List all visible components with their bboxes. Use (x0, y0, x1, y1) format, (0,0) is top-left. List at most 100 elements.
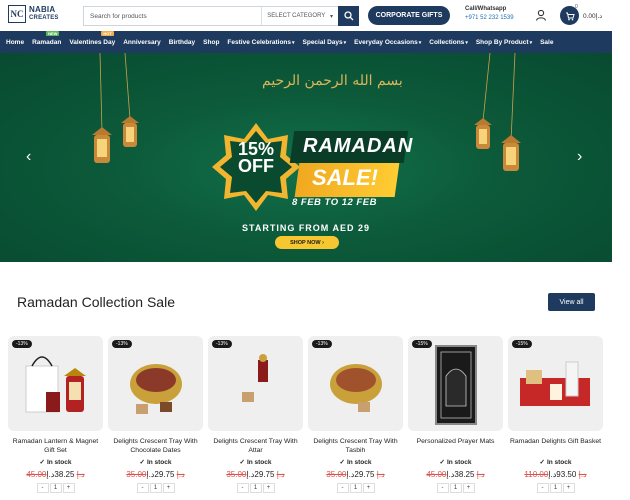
quantity-stepper: -1 + (308, 483, 403, 493)
chevron-down-icon: ▾ (418, 39, 422, 46)
call-label: Call/Whatsapp (465, 6, 507, 12)
product-image[interactable]: -15% (508, 336, 603, 431)
qty-input[interactable]: 1 (49, 483, 62, 493)
product-name[interactable]: Delights Crescent Tray With Chocolate Da… (108, 437, 203, 455)
qty-plus-button[interactable]: + (462, 483, 475, 493)
qty-minus-button[interactable]: - (536, 483, 549, 493)
main-nav: Home NEW Ramadan HOT Valentines Day Anni… (0, 30, 612, 53)
check-icon: ✓ (139, 459, 145, 466)
cart-total[interactable]: 0.00د.إ (583, 12, 602, 20)
qty-plus-button[interactable]: + (162, 483, 175, 493)
corporate-gifts-button[interactable]: CORPORATE GIFTS (368, 6, 450, 25)
qty-minus-button[interactable]: - (136, 483, 149, 493)
sale-price: 29.75د.إ (246, 470, 275, 479)
nav-item-special-days[interactable]: Special Days▾ (303, 39, 347, 46)
discount-badge: -13% (312, 340, 332, 348)
stock-label: In stock (146, 459, 172, 466)
product-card[interactable]: -15% Ramadan Delights Gift Basket ✓ In st… (508, 336, 603, 493)
product-card[interactable]: -13% Delights Crescent Tray With Tasbih … (308, 336, 403, 493)
nav-item-anniversary[interactable]: Anniversary (123, 39, 161, 46)
product-image[interactable]: -13% (108, 336, 203, 431)
product-name[interactable]: Ramadan Lantern & Magnet Gift Set (8, 437, 103, 455)
cart-icon (565, 12, 575, 20)
qty-input[interactable]: 1 (449, 483, 462, 493)
product-name[interactable]: Delights Crescent Tray With Attar (208, 437, 303, 455)
nav-item-ramadan[interactable]: NEW Ramadan (32, 30, 61, 46)
product-image[interactable]: -15% (408, 336, 503, 431)
nav-item-shop[interactable]: Shop (203, 39, 219, 46)
nav-item-shop-by-product[interactable]: Shop By Product▾ (476, 39, 532, 46)
nav-item-collections[interactable]: Collections▾ (429, 39, 468, 46)
product-image[interactable]: -13% (208, 336, 303, 431)
sale-price: 38.25د.إ (446, 470, 475, 479)
product-card[interactable]: -13% Delights Crescent Tray With Chocola… (108, 336, 203, 493)
qty-minus-button[interactable]: - (436, 483, 449, 493)
qty-input[interactable]: 1 (549, 483, 562, 493)
search-button[interactable] (338, 6, 359, 26)
discount-badge: -13% (212, 340, 232, 348)
nav-item-label: Collections (429, 38, 465, 46)
site-header: NC NABIA CREATES SELECT CATEGORY ▾ CORPO… (0, 0, 630, 31)
nav-item-everyday[interactable]: Everyday Occasions▾ (354, 39, 421, 46)
user-icon[interactable] (535, 9, 547, 21)
hero-banner[interactable]: بسم الله الرحمن الرحيم ‹ › 15% OFF RAMAD… (0, 53, 612, 262)
product-card[interactable]: -15% Personalized Prayer Mats ✓ In stock … (408, 336, 503, 493)
product-name[interactable]: Personalized Prayer Mats (408, 437, 503, 455)
product-card[interactable]: -13% Delights Crescent Tray With Attar ✓… (208, 336, 303, 493)
discount-badge: -13% (112, 340, 132, 348)
qty-plus-button[interactable]: + (362, 483, 375, 493)
qty-minus-button[interactable]: - (236, 483, 249, 493)
product-price: 45.00د.إ 38.25د.إ (8, 470, 103, 479)
qty-input[interactable]: 1 (149, 483, 162, 493)
search-bar: SELECT CATEGORY ▾ (83, 6, 338, 26)
product-image[interactable]: -13% (308, 336, 403, 431)
shop-now-button[interactable]: SHOP NOW › (275, 236, 339, 249)
qty-plus-button[interactable]: + (262, 483, 275, 493)
nav-item-label: Festive Celebrations (227, 38, 291, 46)
logo-line2: CREATES (29, 15, 59, 21)
nav-item-valentines[interactable]: HOT Valentines Day (69, 30, 116, 46)
nav-item-label: Anniversary (123, 38, 161, 46)
sale-price: 93.50د.إ (548, 470, 577, 479)
discount-badge: -15% (412, 340, 432, 348)
discount-off: OFF (238, 156, 274, 176)
nav-item-label: Valentines Day (69, 38, 116, 46)
nav-item-birthday[interactable]: Birthday (169, 39, 195, 46)
nav-item-festive[interactable]: Festive Celebrations▾ (227, 39, 294, 46)
nav-item-home[interactable]: Home (6, 39, 24, 46)
product-name[interactable]: Ramadan Delights Gift Basket (508, 437, 603, 455)
product-name[interactable]: Delights Crescent Tray With Tasbih (308, 437, 403, 455)
category-select-label: SELECT CATEGORY (267, 13, 326, 19)
qty-minus-button[interactable]: - (36, 483, 49, 493)
quantity-stepper: -1 + (208, 483, 303, 493)
search-input[interactable] (84, 7, 262, 25)
stock-label: In stock (346, 459, 372, 466)
view-all-button[interactable]: View all (548, 293, 595, 311)
stock-label: In stock (446, 459, 472, 466)
nav-item-sale[interactable]: Sale (540, 39, 553, 46)
hero-prev-arrow[interactable]: ‹ (26, 148, 31, 166)
qty-input[interactable]: 1 (349, 483, 362, 493)
category-select[interactable]: SELECT CATEGORY ▾ (261, 7, 338, 25)
lantern-decoration-right (456, 53, 521, 171)
bismillah-calligraphy: بسم الله الرحمن الرحيم (262, 73, 403, 89)
qty-plus-button[interactable]: + (62, 483, 75, 493)
chevron-down-icon: ▾ (329, 13, 333, 20)
sale-price: 38.25د.إ (46, 470, 75, 479)
qty-input[interactable]: 1 (249, 483, 262, 493)
product-image[interactable]: -13% (8, 336, 103, 431)
call-number[interactable]: +971 52 232 1539 (465, 14, 514, 23)
hero-next-arrow[interactable]: › (577, 148, 582, 166)
ramadan-heading: RAMADAN (303, 135, 414, 157)
sale-price: 29.75د.إ (146, 470, 175, 479)
quantity-stepper: -1 + (8, 483, 103, 493)
site-logo[interactable]: NC NABIA CREATES (8, 5, 59, 23)
discount-badge: -15% (512, 340, 532, 348)
qty-plus-button[interactable]: + (562, 483, 575, 493)
nav-item-label: Shop By Product (475, 38, 529, 46)
qty-minus-button[interactable]: - (336, 483, 349, 493)
product-card[interactable]: -13% Ramadan Lantern & Magnet Gift Set ✓… (8, 336, 103, 493)
logo-wordmark: NABIA CREATES (29, 6, 59, 22)
gift-basket-image (520, 361, 590, 406)
crescent-tray-tasbih-image (330, 364, 382, 412)
